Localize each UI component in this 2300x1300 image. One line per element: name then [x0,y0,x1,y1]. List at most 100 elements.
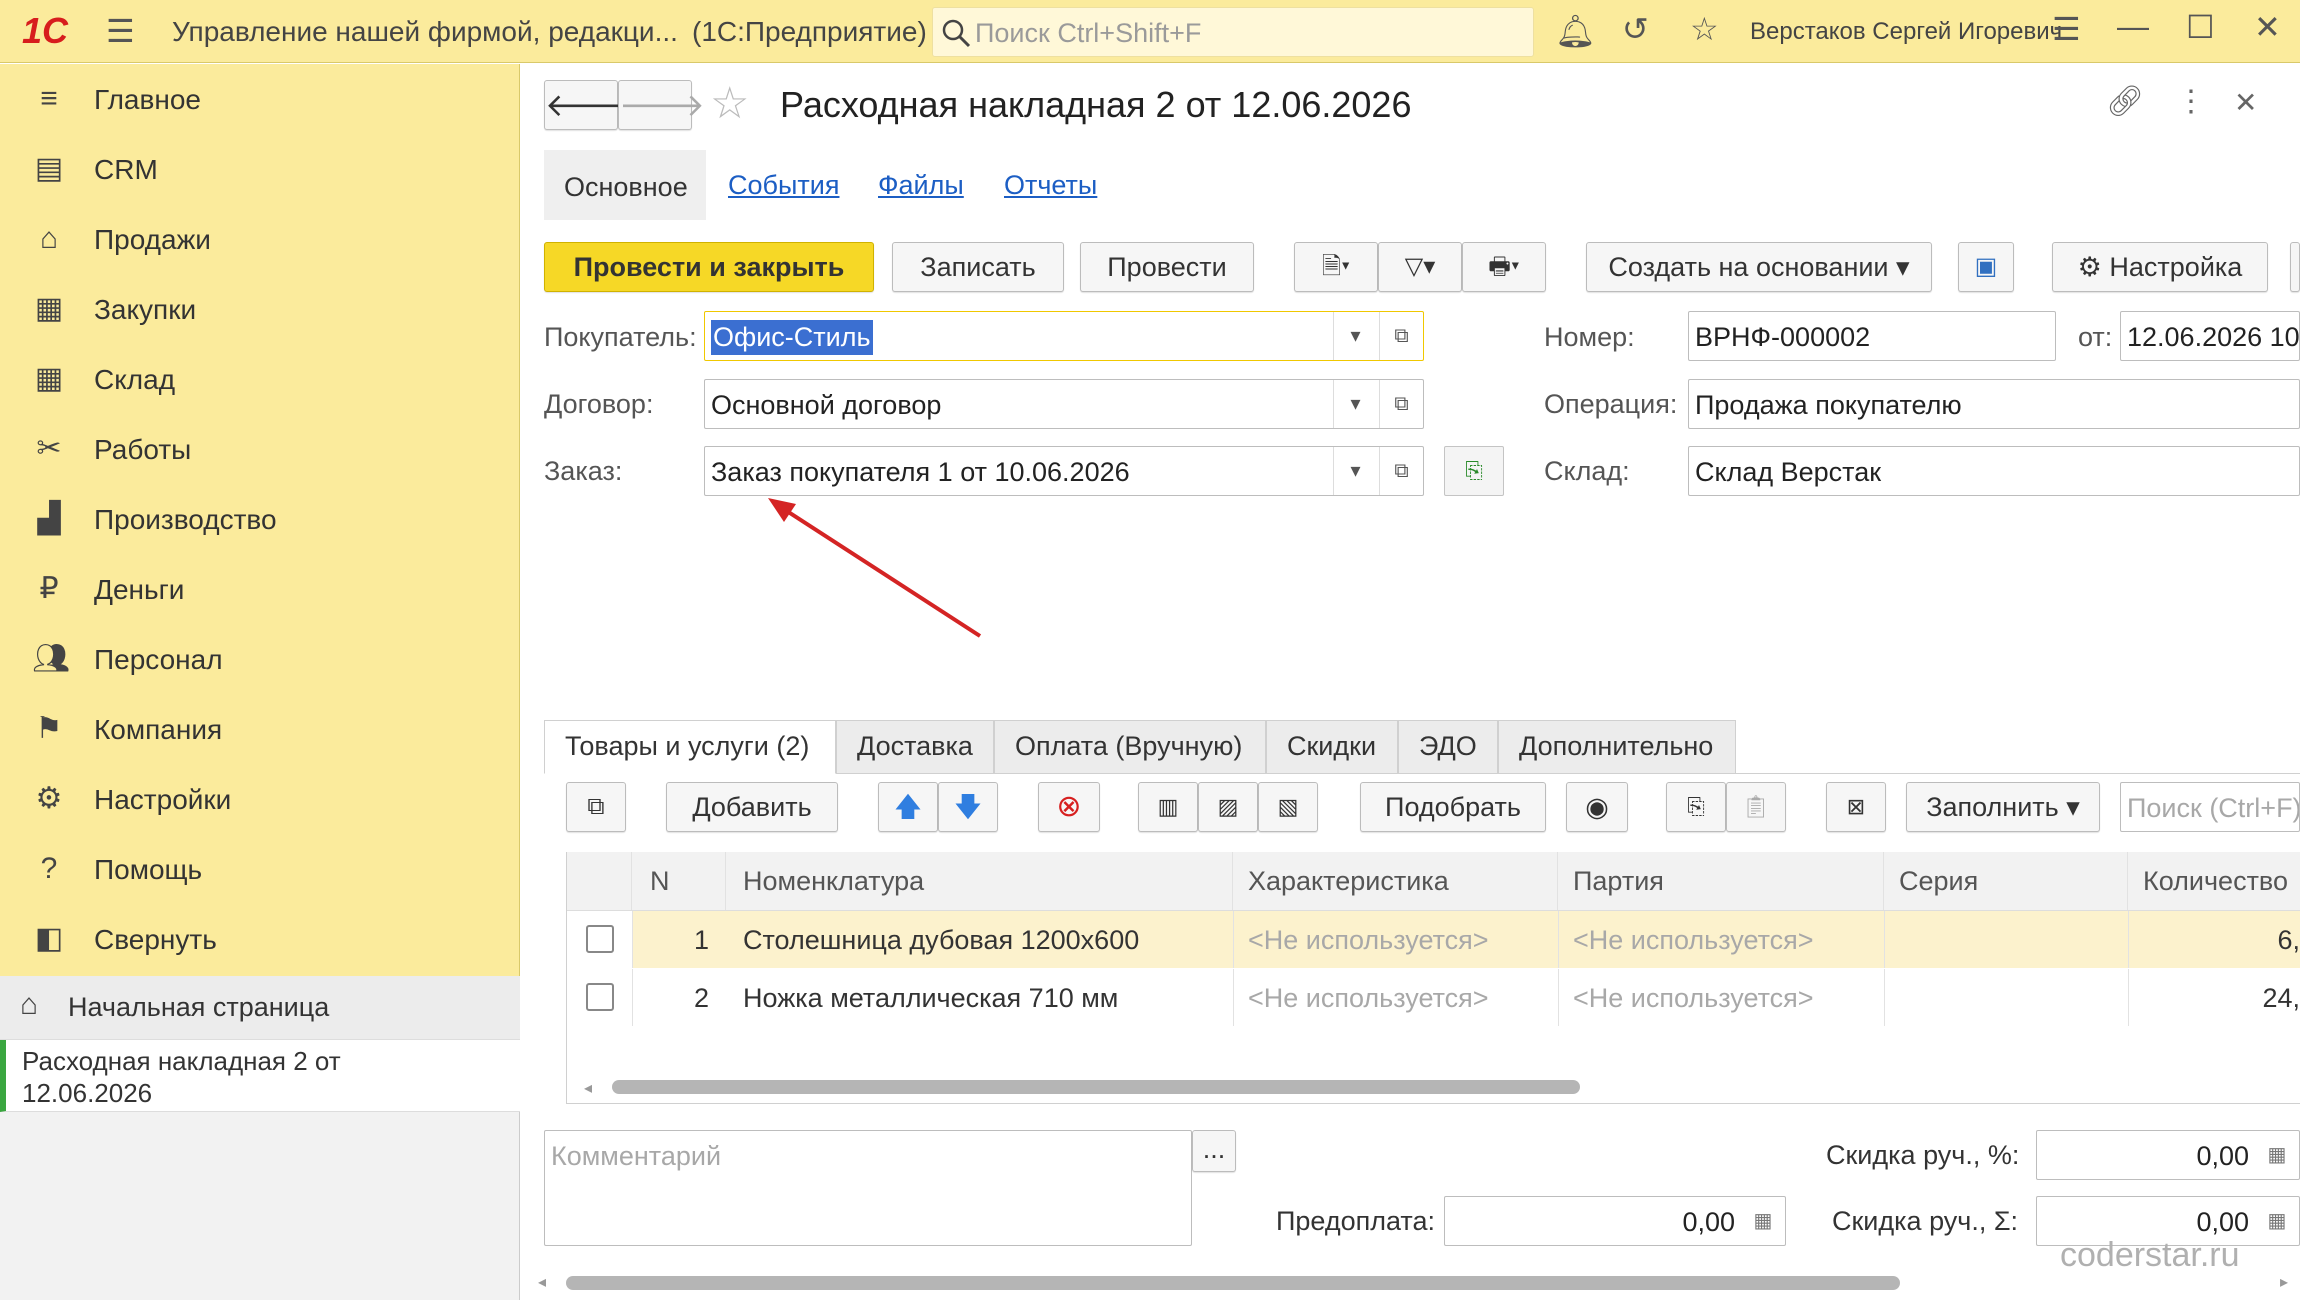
user-name[interactable]: Верстаков Сергей Игоревич [1750,18,2062,46]
col-nomenclature[interactable]: Номенклатура [743,866,924,897]
barcode-icon[interactable]: ▥ [1138,782,1198,832]
comment-field[interactable]: Комментарий [544,1130,1192,1246]
sidebar-item-crm[interactable]: ▤ CRM [0,134,520,204]
print-dropdown[interactable]: 🖶︎▾ [1462,242,1546,292]
save-button[interactable]: Записать [892,242,1064,292]
structure-icon[interactable]: ▣ [1958,242,2014,292]
paste-icon[interactable]: 📋︎ [1726,782,1786,832]
open-icon[interactable]: ⧉ [1379,312,1423,360]
tab-discounts[interactable]: Скидки [1266,720,1398,774]
warehouse-field[interactable]: Склад Верстак [1688,446,2300,496]
operation-field[interactable]: Продажа покупателю [1688,379,2300,429]
page-scrollbar-thumb[interactable] [566,1276,1900,1290]
tab-main[interactable]: Основное [544,150,706,220]
create-based-on-button[interactable]: Создать на основании ▾ [1586,242,1932,292]
more-icon[interactable]: ⋮ [2176,84,2206,119]
sidebar-item-company[interactable]: ⚑ Компания [0,694,520,764]
tab-edo[interactable]: ЭДО [1398,720,1498,774]
sidebar-item-sales[interactable]: ⌂ Продажи [0,204,520,274]
open-doc-link[interactable]: Расходная накладная 2 от 12.06.2026 [0,1040,520,1112]
scanner-icon[interactable]: ▨ [1198,782,1258,832]
tab-files[interactable]: Файлы [878,170,964,201]
open-icon[interactable]: ⧉ [1379,447,1423,495]
tab-goods[interactable]: Товары и услуги (2) [544,720,836,774]
excel-import-icon[interactable]: ⊠ [1826,782,1886,832]
table-row[interactable]: 1 Столешница дубовая 1200х600 <Не исполь… [568,911,2300,968]
pick-button[interactable]: Подобрать [1360,782,1546,832]
minimize-icon[interactable]: — [2117,8,2149,45]
global-search-input[interactable]: Поиск Ctrl+Shift+F [932,7,1534,57]
table-scrollbar-thumb[interactable] [612,1080,1580,1094]
col-batch[interactable]: Партия [1573,866,1664,897]
number-field[interactable]: ВРНФ-000002 [1688,311,2056,361]
open-icon[interactable]: ⧉ [1379,380,1423,428]
bell-icon[interactable]: 🔔︎ [1555,12,1596,50]
tab-payment[interactable]: Оплата (Вручную) [994,720,1266,774]
fill-from-order-icon[interactable]: ⎘ [1444,446,1504,496]
delete-row-icon[interactable]: ⊗ [1038,782,1100,832]
sidebar-item-help[interactable]: ? Помощь [0,834,520,904]
sidebar-item-staff[interactable]: 👥︎ Персонал [0,624,520,694]
row-checkbox[interactable] [586,925,614,953]
sidebar-item-money[interactable]: ₽ Деньги [0,554,520,624]
tab-reports[interactable]: Отчеты [1004,170,1097,201]
sidebar-item-settings[interactable]: ⚙ Настройки [0,764,520,834]
scroll-left-icon[interactable]: ◂ [584,1078,592,1098]
col-quantity[interactable]: Количество [2143,866,2288,897]
contract-field[interactable]: Основной договор ▾ ⧉ [704,379,1424,429]
col-characteristic[interactable]: Характеристика [1248,866,1449,897]
sidebar-item-production[interactable]: ▟ Производство [0,484,520,554]
history-icon[interactable]: ↺ [1622,10,1649,48]
tab-additional[interactable]: Дополнительно [1498,720,1736,774]
copy-rows-icon[interactable]: ⧉ [566,782,626,832]
table-search-input[interactable]: Поиск (Ctrl+F) [2120,782,2300,832]
filter-dropdown[interactable]: ▽▾ [1378,242,1462,292]
maximize-icon[interactable]: ☐ [2186,8,2215,46]
page-scroll-right-icon[interactable]: ▸ [2280,1272,2288,1292]
eye-icon[interactable]: ◉ [1566,782,1628,832]
settings-lines-icon[interactable]: ☰ [2052,10,2081,48]
copy-icon[interactable]: ⎘ [1666,782,1726,832]
row-checkbox[interactable] [586,983,614,1011]
sidebar-item-collapse[interactable]: ◧ Свернуть [0,904,520,974]
col-n[interactable]: N [650,866,670,897]
chevron-down-icon[interactable]: ▾ [1333,447,1377,495]
post-and-close-button[interactable]: Провести и закрыть [544,242,874,292]
sidebar-item-main[interactable]: ≡ Главное [0,64,520,134]
calculator-icon[interactable]: ▦ [2255,1197,2299,1245]
add-row-button[interactable]: Добавить [666,782,838,832]
more-toolbar-button[interactable] [2290,242,2300,292]
sidebar-item-warehouse[interactable]: ▦ Склад [0,344,520,414]
home-page-link[interactable]: ⌂ Начальная страница [0,976,520,1040]
tab-events[interactable]: События [728,170,839,201]
forward-button[interactable]: 🡒 [618,80,705,130]
calculator-icon[interactable]: ▦ [2255,1131,2299,1179]
comment-expand-button[interactable]: ... [1192,1130,1236,1172]
move-up-icon[interactable]: 🡅 [878,782,938,832]
move-down-icon[interactable]: 🡇 [938,782,998,832]
date-field[interactable]: 12.06.2026 10 [2120,311,2300,361]
calculator-icon[interactable]: ▦ [1741,1197,1785,1245]
attachments-dropdown[interactable]: 🗎▾ [1294,242,1378,292]
main-menu-icon[interactable]: ☰ [106,12,135,50]
post-button[interactable]: Провести [1080,242,1254,292]
col-series[interactable]: Серия [1899,866,1978,897]
close-window-icon[interactable]: ✕ [2254,8,2281,46]
link-icon[interactable]: 🔗︎ [2106,84,2144,119]
back-button[interactable]: 🡐 [544,80,631,130]
fill-button[interactable]: Заполнить ▾ [1906,782,2100,832]
buyer-field[interactable]: Офис-Стиль ▾ ⧉ [704,311,1424,361]
tab-delivery[interactable]: Доставка [836,720,994,774]
favorite-star-icon[interactable]: ☆ [710,78,749,129]
discount-pct-field[interactable]: 0,00 ▦ [2036,1130,2300,1180]
tsd-icon[interactable]: ▧ [1258,782,1318,832]
sidebar-item-purchases[interactable]: ▦ Закупки [0,274,520,344]
table-row[interactable]: 2 Ножка металлическая 710 мм <Не использ… [568,969,2300,1026]
chevron-down-icon[interactable]: ▾ [1333,380,1377,428]
prepay-field[interactable]: 0,00 ▦ [1444,1196,1786,1246]
settings-button[interactable]: ⚙ Настройка [2052,242,2268,292]
chevron-down-icon[interactable]: ▾ [1333,312,1377,360]
page-scroll-left-icon[interactable]: ◂ [538,1272,546,1292]
star-icon[interactable]: ☆ [1690,10,1719,48]
order-field[interactable]: Заказ покупателя 1 от 10.06.2026 ▾ ⧉ [704,446,1424,496]
